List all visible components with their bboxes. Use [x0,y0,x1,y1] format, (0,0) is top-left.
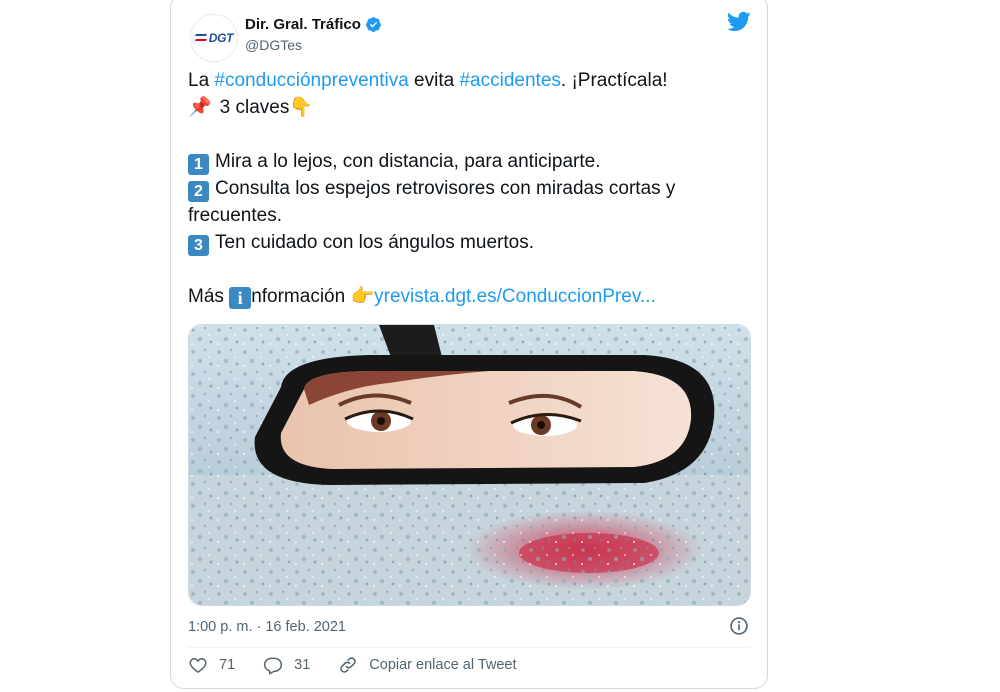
dgt-logo: DGT [194,31,234,45]
tweet-line-1: La #conducciónpreventiva evita #accident… [188,67,748,94]
tweet-timestamp[interactable]: 1:00 p. m. · 16 feb. 2021 [188,619,346,635]
author-handle[interactable]: @DGTes [245,37,302,53]
rearview-mirror-photo [189,325,750,605]
more-info-line: Más i nformación 👉yrevista.dgt.es/Conducc… [188,283,748,310]
tweet-actions: 71 31 Copiar enlace al Tweet [188,655,545,675]
list-item-1: 1 Mira a lo lejos, con distancia, para an… [188,148,748,175]
verified-badge-icon [365,17,381,32]
info-icon[interactable] [729,616,749,636]
author-avatar[interactable]: DGT [190,14,238,62]
heart-icon [189,657,207,673]
list-item-2: 2 Consulta los espejos retrovisores con m… [188,175,748,202]
hashtag-accidentes[interactable]: #accidentes [459,70,560,91]
twitter-bird-icon[interactable] [726,9,751,34]
text-segment: evita [408,70,460,91]
copy-link-label: Copiar enlace al Tweet [369,657,517,673]
information-icon: i [229,287,252,309]
list-item-2-cont: frecuentes. [188,202,748,229]
backhand-index-pointing-right-icon: 👉 [350,285,375,307]
reply-count: 31 [294,657,311,673]
tweet-card[interactable]: DGT Dir. Gral. Tráfico @DGTes La #conduc… [170,0,768,689]
dgt-logo-text: DGT [208,31,234,45]
link-icon [340,657,357,673]
hashtag-conduccionpreventiva[interactable]: #conducciónpreventiva [214,70,408,91]
keycap-2-icon: 2 [188,181,209,202]
pushpin-icon: 📌 [188,96,212,118]
tweet-line-2: 📌 3 claves👇 [188,94,748,121]
article-link[interactable]: yrevista.dgt.es/ConduccionPrev... [374,286,656,307]
text-segment: Ten cuidado con los ángulos muertos. [215,232,534,253]
like-count: 71 [219,657,236,673]
keycap-3-icon: 3 [188,235,209,256]
like-button[interactable]: 71 [188,655,235,675]
text-segment: nformación [251,286,351,307]
keycap-1-icon: 1 [188,154,209,175]
text-segment: . ¡Practícala! [560,70,668,91]
list-item-3: 3 Ten cuidado con los ángulos muertos. [188,229,748,256]
text-segment: Consulta los espejos retrovisores con mi… [215,178,676,199]
text-segment: Mira a lo lejos, con distancia, para ant… [215,151,601,172]
tweet-text: La #conducciónpreventiva evita #accident… [188,67,748,310]
text-segment: Más [188,286,230,307]
author-name[interactable]: Dir. Gral. Tráfico [245,16,361,33]
backhand-index-pointing-down-icon: 👇 [289,96,314,118]
tweet-image[interactable] [188,324,751,606]
reply-bubble-icon [264,657,283,675]
text-segment: La [188,70,215,91]
dgt-logo-mark-icon [194,34,207,41]
reply-button[interactable]: 31 [263,655,310,675]
text-segment: 3 claves [219,97,290,118]
copy-link-button[interactable]: Copiar enlace al Tweet [338,655,517,675]
divider [188,647,750,648]
text-segment: frecuentes. [188,205,282,226]
